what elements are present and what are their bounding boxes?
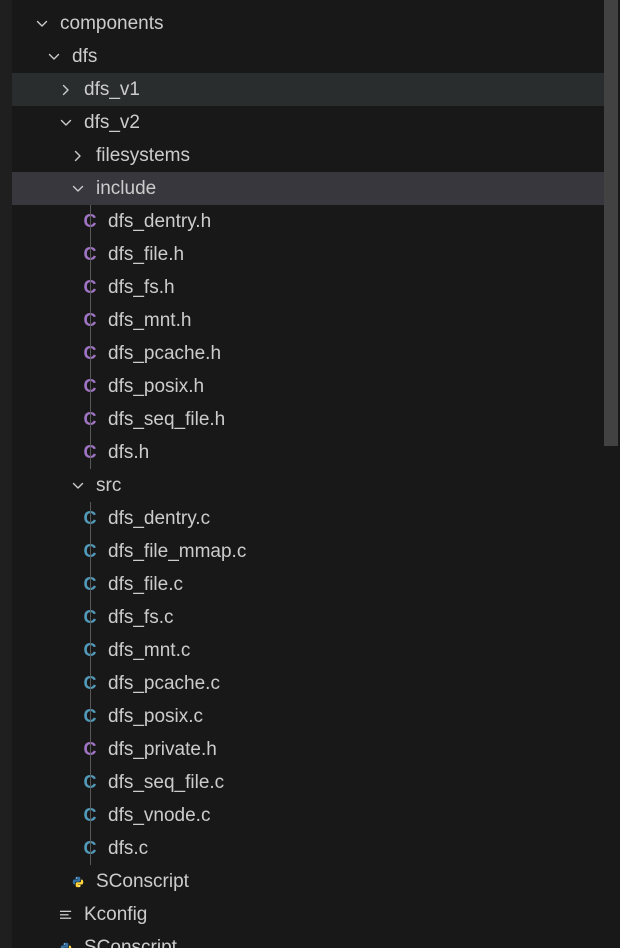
file-item-kconfig[interactable]: Kconfig [12,898,604,931]
item-label: dfs_v2 [84,111,140,133]
file-item-dfs-mnt-c[interactable]: Cdfs_mnt.c [12,634,604,667]
item-label: dfs_file.h [108,243,185,265]
item-label: Kconfig [84,903,148,925]
file-item-dfs-file-c[interactable]: Cdfs_file.c [12,568,604,601]
item-label: SConscript [96,870,189,892]
item-label: components [60,12,164,34]
item-label: dfs_mnt.h [108,309,192,331]
chevron-down-icon[interactable] [72,172,84,205]
chevron-down-icon[interactable] [48,40,60,73]
item-label: dfs_dentry.c [108,507,211,529]
item-label: dfs_private.h [108,738,217,760]
indent-guide-include [90,205,91,469]
item-label: dfs_fs.h [108,276,175,298]
folder-item-components[interactable]: components [12,7,604,40]
item-label: filesystems [96,144,190,166]
file-item-sconscript[interactable]: SConscript [12,865,604,898]
chevron-right-icon[interactable] [72,139,84,172]
item-label: dfs_file_mmap.c [108,540,247,562]
item-label: dfs [72,45,98,67]
item-label: include [96,177,157,199]
folder-item-include[interactable]: include [12,172,604,205]
file-item-dfs-fs-h[interactable]: Cdfs_fs.h [12,271,604,304]
item-label: dfs_vnode.c [108,804,211,826]
file-item-dfs-fs-c[interactable]: Cdfs_fs.c [12,601,604,634]
file-item-dfs-seq-file-c[interactable]: Cdfs_seq_file.c [12,766,604,799]
item-label: dfs_seq_file.h [108,408,226,430]
indent-guide-src [90,502,91,865]
file-item-sconscript[interactable]: SConscript [12,931,604,948]
activity-gutter [0,0,12,948]
chevron-down-icon[interactable] [60,106,72,139]
file-item-dfs-dentry-h[interactable]: Cdfs_dentry.h [12,205,604,238]
item-label: dfs_mnt.c [108,639,191,661]
file-item-dfs-mnt-h[interactable]: Cdfs_mnt.h [12,304,604,337]
file-item-dfs-pcache-c[interactable]: Cdfs_pcache.c [12,667,604,700]
item-label: dfs_dentry.h [108,210,212,232]
file-item-dfs-h[interactable]: Cdfs.h [12,436,604,469]
folder-item-dfs-v1[interactable]: dfs_v1 [12,73,604,106]
item-label: dfs_v1 [84,78,140,100]
item-label: dfs_file.c [108,573,183,595]
item-label: SConscript [84,936,177,948]
lines-icon [60,898,72,931]
item-label: dfs_posix.c [108,705,204,727]
folder-item-filesystems[interactable]: filesystems [12,139,604,172]
item-label: dfs_posix.h [108,375,205,397]
item-label: dfs.c [108,837,149,859]
python-icon [60,931,72,948]
chevron-down-icon[interactable] [72,469,84,502]
file-item-dfs-dentry-c[interactable]: Cdfs_dentry.c [12,502,604,535]
item-label: dfs_pcache.c [108,672,220,694]
file-item-dfs-c[interactable]: Cdfs.c [12,832,604,865]
item-label: src [96,474,122,496]
item-label: dfs_fs.c [108,606,174,628]
item-label: dfs.h [108,441,150,463]
file-item-dfs-vnode-c[interactable]: Cdfs_vnode.c [12,799,604,832]
file-item-dfs-file-h[interactable]: Cdfs_file.h [12,238,604,271]
item-label: dfs_seq_file.c [108,771,225,793]
file-item-dfs-posix-h[interactable]: Cdfs_posix.h [12,370,604,403]
chevron-down-icon[interactable] [36,7,48,40]
folder-item-src[interactable]: src [12,469,604,502]
item-label: dfs_pcache.h [108,342,222,364]
file-item-dfs-seq-file-h[interactable]: Cdfs_seq_file.h [12,403,604,436]
chevron-right-icon[interactable] [60,73,72,106]
file-item-dfs-pcache-h[interactable]: Cdfs_pcache.h [12,337,604,370]
folder-item-dfs[interactable]: dfs [12,40,604,73]
python-icon [72,865,84,898]
file-item-dfs-posix-c[interactable]: Cdfs_posix.c [12,700,604,733]
scrollbar-thumb[interactable] [604,0,618,446]
explorer-tree: components dfs dfs_v1 dfs_v2 filesystems incl… [12,0,604,948]
file-item-dfs-private-h[interactable]: Cdfs_private.h [12,733,604,766]
folder-item-dfs-v2[interactable]: dfs_v2 [12,106,604,139]
file-item-dfs-file-mmap-c[interactable]: Cdfs_file_mmap.c [12,535,604,568]
